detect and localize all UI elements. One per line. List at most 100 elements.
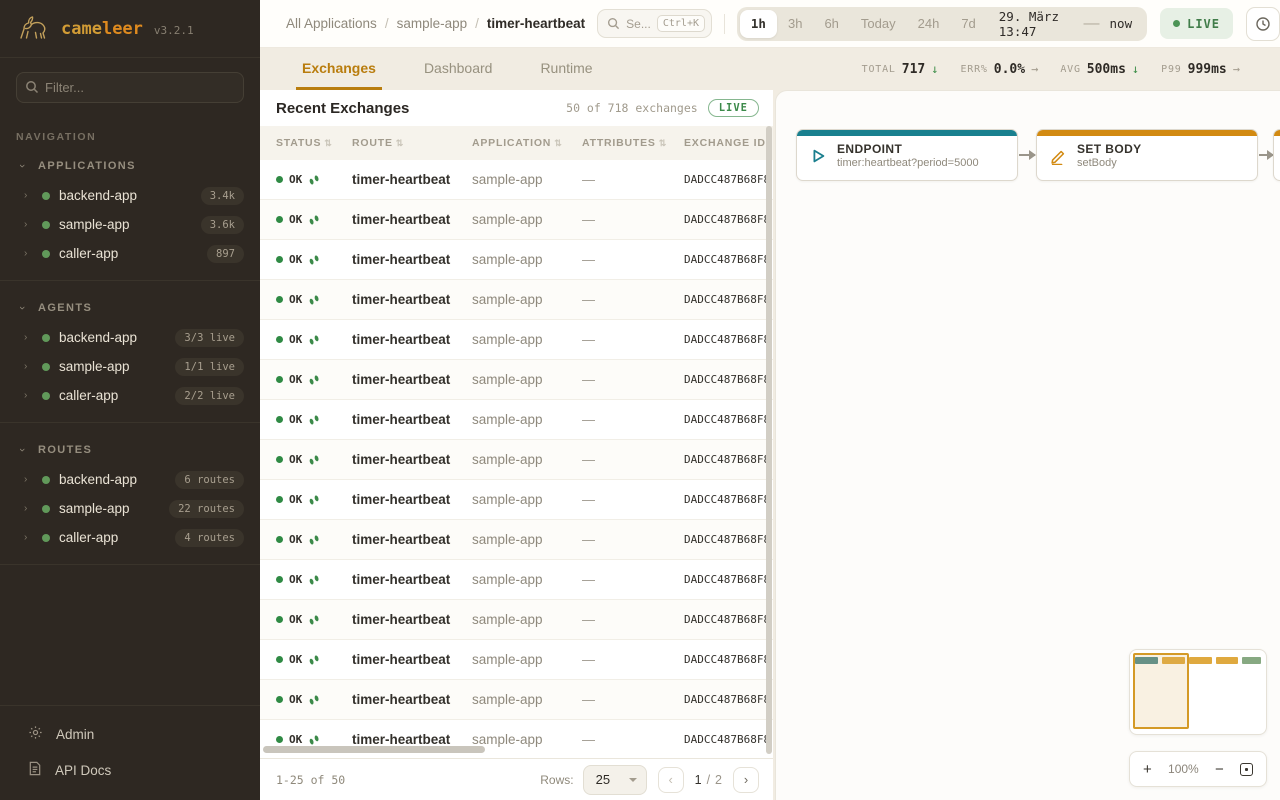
sidebar-item-routes-backend-app[interactable]: › backend-app 6 routes [0,465,260,494]
zoom-out-button[interactable]: − [1215,762,1224,777]
application-cell: sample-app [472,332,582,347]
flow-node-set-body[interactable]: SET BODY setBody [1036,129,1258,181]
refresh-interval-button[interactable] [1246,7,1280,41]
minimap-bar [1189,657,1212,664]
range-button-3h[interactable]: 3h [777,10,813,38]
sidebar-item-routes-sample-app[interactable]: › sample-app 22 routes [0,494,260,523]
top-header: All Applications / sample-app / timer-he… [260,0,1280,48]
table-body: OK timer-heartbeat sample-app — DADCC487… [260,160,773,758]
tab-dashboard[interactable]: Dashboard [418,48,499,90]
sidebar-item-applications-backend-app[interactable]: › backend-app 3.4k [0,181,260,210]
exchanges-panel: Recent Exchanges 50 of 718 exchanges LIV… [260,90,773,800]
route-diagram-canvas[interactable]: ENDPOINT timer:heartbeat?period=5000 SET… [775,90,1280,800]
app-logo[interactable]: cameleer v3.2.1 [0,0,260,58]
table-row[interactable]: OK timer-heartbeat sample-app — DADCC487… [260,160,773,200]
range-button-1h[interactable]: 1h [740,10,777,38]
camel-logo-icon [16,10,52,47]
app-version: v3.2.1 [154,24,194,37]
status-cell: OK [276,613,352,626]
next-page-button[interactable]: › [733,767,759,793]
chevron-right-icon: › [24,474,34,485]
prev-page-button[interactable]: ‹ [658,767,684,793]
vertical-scrollbar[interactable] [766,126,772,754]
tab-exchanges[interactable]: Exchanges [296,48,382,90]
date-range-start[interactable]: 29. März 13:47 [987,9,1082,39]
column-status[interactable]: STATUS⇅ [276,137,352,149]
table-row[interactable]: OK timer-heartbeat sample-app — DADCC487… [260,360,773,400]
attributes-cell: — [582,732,684,747]
footprints-icon [308,734,320,746]
table-row[interactable]: OK timer-heartbeat sample-app — DADCC487… [260,200,773,240]
section-applications[interactable]: › APPLICATIONS [0,151,260,181]
minimap-viewport[interactable] [1133,653,1189,729]
chevron-right-icon: › [24,532,34,543]
ok-dot [276,616,283,623]
attributes-cell: — [582,692,684,707]
attributes-cell: — [582,452,684,467]
footprints-icon [308,254,320,266]
sidebar-item-agents-caller-app[interactable]: › caller-app 2/2 live [0,381,260,410]
gear-icon [28,725,43,743]
horizontal-scrollbar[interactable] [263,746,485,753]
table-row[interactable]: OK timer-heartbeat sample-app — DADCC487… [260,560,773,600]
table-row[interactable]: OK timer-heartbeat sample-app — DADCC487… [260,440,773,480]
rows-per-page-select[interactable]: 25 [583,765,647,795]
column-attributes[interactable]: ATTRIBUTES⇅ [582,137,684,149]
sidebar-item-applications-sample-app[interactable]: › sample-app 3.6k [0,210,260,239]
sidebar-item-admin[interactable]: Admin [0,716,260,752]
table-row[interactable]: OK timer-heartbeat sample-app — DADCC487… [260,640,773,680]
range-button-today[interactable]: Today [850,10,907,38]
section-agents[interactable]: › AGENTS [0,293,260,323]
breadcrumb-root[interactable]: All Applications [286,16,377,31]
column-exchange-id[interactable]: EXCHANGE ID [684,137,773,149]
table-row[interactable]: OK timer-heartbeat sample-app — DADCC487… [260,600,773,640]
footprints-icon [308,574,320,586]
minimap[interactable] [1129,649,1267,735]
zoom-in-button[interactable]: + [1143,762,1152,777]
sidebar-item-agents-sample-app[interactable]: › sample-app 1/1 live [0,352,260,381]
column-application[interactable]: APPLICATION⇅ [472,137,582,149]
table-row[interactable]: OK timer-heartbeat sample-app — DADCC487… [260,240,773,280]
table-row[interactable]: OK timer-heartbeat sample-app — DADCC487… [260,320,773,360]
filter-input[interactable] [16,72,244,103]
tab-runtime[interactable]: Runtime [534,48,598,90]
sidebar-item-routes-caller-app[interactable]: › caller-app 4 routes [0,523,260,552]
footprints-icon [308,454,320,466]
sort-icon: ⇅ [324,138,332,148]
flow-node-partial[interactable] [1273,129,1280,181]
footprints-icon [308,334,320,346]
range-button-6h[interactable]: 6h [813,10,849,38]
footprints-icon [308,414,320,426]
sort-icon: ⇅ [396,138,404,148]
table-row[interactable]: OK timer-heartbeat sample-app — DADCC487… [260,280,773,320]
flow-node-endpoint[interactable]: ENDPOINT timer:heartbeat?period=5000 [796,129,1018,181]
status-cell: OK [276,693,352,706]
table-row[interactable]: OK timer-heartbeat sample-app — DADCC487… [260,480,773,520]
status-cell: OK [276,453,352,466]
exchange-id-cell: DADCC487B68F8 [684,573,773,586]
chevron-right-icon: › [24,248,34,259]
global-search[interactable]: Se... Ctrl+K [597,9,712,38]
sort-icon: ⇅ [554,138,562,148]
table-row[interactable]: OK timer-heartbeat sample-app — DADCC487… [260,400,773,440]
attributes-cell: — [582,172,684,187]
table-row[interactable]: OK timer-heartbeat sample-app — DADCC487… [260,680,773,720]
date-range-end[interactable]: now [1102,16,1145,31]
table-row[interactable]: OK timer-heartbeat sample-app — DADCC487… [260,520,773,560]
count-badge: 3.6k [201,216,244,234]
range-button-24h[interactable]: 24h [907,10,951,38]
table-header: STATUS⇅ ROUTE⇅ APPLICATION⇅ ATTRIBUTES⇅ … [260,126,773,160]
section-routes[interactable]: › ROUTES [0,435,260,465]
range-button-7d[interactable]: 7d [950,10,986,38]
ok-dot [276,216,283,223]
breadcrumb-app[interactable]: sample-app [397,16,468,31]
sidebar-item-applications-caller-app[interactable]: › caller-app 897 [0,239,260,268]
status-dot [42,505,50,513]
sidebar-item-api-docs[interactable]: API Docs [0,752,260,788]
status-dot [42,476,50,484]
live-toggle[interactable]: LIVE [1160,8,1233,39]
ok-dot [276,536,283,543]
sidebar-item-agents-backend-app[interactable]: › backend-app 3/3 live [0,323,260,352]
fit-view-button[interactable] [1240,763,1253,776]
column-route[interactable]: ROUTE⇅ [352,137,472,149]
